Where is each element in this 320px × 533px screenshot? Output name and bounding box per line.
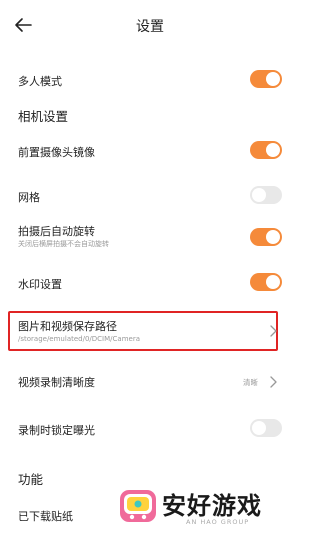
auto-rotate-toggle[interactable]	[250, 228, 282, 246]
watermark-brand-sub: AN HAO GROUP	[186, 518, 250, 526]
auto-rotate-label: 拍摄后自动旋转	[18, 225, 95, 238]
multi-user-toggle[interactable]	[250, 70, 282, 88]
video-quality-row[interactable]: 视频录制清晰度 清晰	[18, 370, 288, 394]
watermark-brand-name: 安好游戏	[162, 492, 262, 520]
grid-label: 网格	[18, 191, 40, 204]
multi-user-label: 多人模式	[18, 75, 62, 88]
top-bar: 设置	[0, 0, 300, 50]
chevron-right-icon	[270, 376, 277, 388]
lock-exposure-row: 录制时锁定曝光	[18, 417, 288, 441]
toggle-knob	[266, 275, 280, 289]
toggle-knob	[266, 230, 280, 244]
front-mirror-label: 前置摄像头镜像	[18, 146, 95, 159]
save-path-value: /storage/emulated/0/DCIM/Camera	[18, 335, 140, 343]
multi-user-row: 多人模式	[18, 68, 288, 92]
video-quality-value: 清晰	[243, 378, 258, 387]
toggle-knob	[252, 188, 266, 202]
toggle-knob	[266, 72, 280, 86]
function-section-title: 功能	[18, 472, 44, 487]
lock-exposure-label: 录制时锁定曝光	[18, 424, 95, 437]
watermark-label: 水印设置	[18, 278, 62, 291]
toggle-knob	[252, 421, 266, 435]
front-mirror-toggle[interactable]	[250, 141, 282, 159]
grid-toggle[interactable]	[250, 186, 282, 204]
video-quality-label: 视频录制清晰度	[18, 376, 95, 389]
chevron-right-icon	[270, 325, 277, 337]
watermark-row: 水印设置	[18, 271, 288, 295]
grid-row: 网格	[18, 184, 288, 208]
watermark-toggle[interactable]	[250, 273, 282, 291]
toggle-knob	[266, 143, 280, 157]
auto-rotate-sub: 关闭后横屏拍摄不会自动旋转	[18, 240, 109, 248]
auto-rotate-row: 拍摄后自动旋转 关闭后横屏拍摄不会自动旋转	[18, 222, 288, 252]
save-path-label: 图片和视频保存路径	[18, 320, 117, 333]
lock-exposure-toggle[interactable]	[250, 419, 282, 437]
watermark-logo-icon	[120, 490, 156, 522]
save-path-row[interactable]: 图片和视频保存路径 /storage/emulated/0/DCIM/Camer…	[18, 315, 288, 347]
camera-section-title: 相机设置	[18, 109, 69, 124]
page-title: 设置	[136, 19, 164, 35]
stickers-label: 已下载贴纸	[18, 510, 73, 523]
front-mirror-row: 前置摄像头镜像	[18, 140, 288, 164]
